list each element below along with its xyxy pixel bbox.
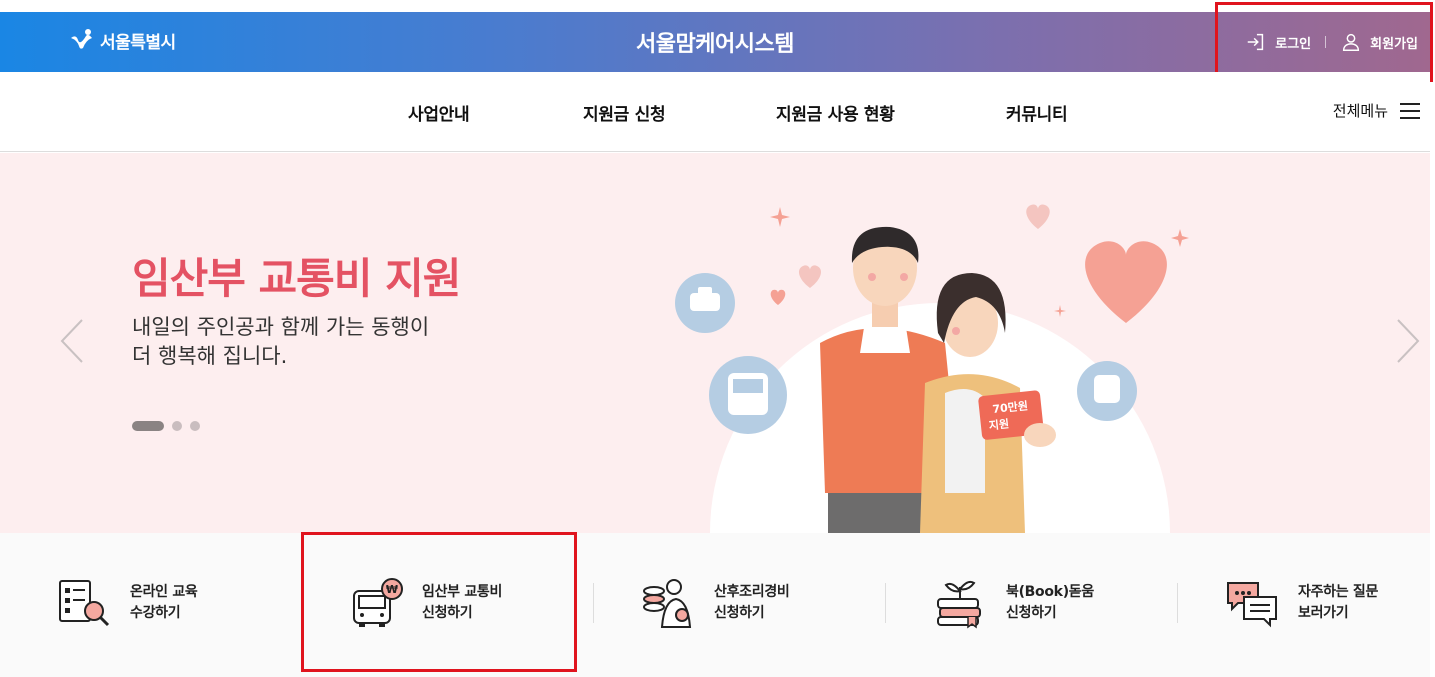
top-bar: 서울특별시 서울맘케어시스템 로그인 회원가입 xyxy=(0,12,1430,72)
main-navigation: 사업안내 지원금 신청 지원금 사용 현황 커뮤니티 전체메뉴 xyxy=(0,72,1430,152)
login-link[interactable]: 로그인 xyxy=(1245,31,1311,53)
quick-item-transport-subsidy[interactable]: ₩ 임산부 교통비 신청하기 xyxy=(348,577,502,629)
hero-subtitle: 내일의 주인공과 함께 가는 동행이 더 행복해 집니다. xyxy=(132,313,429,371)
hero-subtitle-line2: 더 행복해 집니다. xyxy=(132,344,288,368)
quick-divider xyxy=(1177,583,1178,623)
quick-item-line1: 자주하는 질문 xyxy=(1298,584,1379,600)
chevron-right-icon xyxy=(1397,319,1420,363)
quick-item-text: 북(Book)돋움 신청하기 xyxy=(1006,582,1094,624)
mother-coins-icon xyxy=(643,579,692,628)
auth-divider xyxy=(1325,36,1327,48)
quick-item-line1: 북(Book)돋움 xyxy=(1006,584,1094,600)
bus-won-icon: ₩ xyxy=(353,578,403,627)
quick-item-postpartum-care[interactable]: 산후조리경비 신청하기 xyxy=(640,577,790,629)
quick-item-faq[interactable]: 자주하는 질문 보러가기 xyxy=(1224,577,1378,629)
quick-item-text: 산후조리경비 신청하기 xyxy=(714,582,790,624)
slide-dot-3[interactable] xyxy=(190,421,200,431)
signup-label: 회원가입 xyxy=(1370,36,1418,52)
login-icon xyxy=(1248,33,1264,51)
quick-item-line2: 신청하기 xyxy=(714,605,765,621)
card-support: 지원 xyxy=(988,416,1010,432)
signup-link[interactable]: 회원가입 xyxy=(1340,31,1418,53)
hamburger-icon xyxy=(1400,102,1420,119)
site-title[interactable]: 서울맘케어시스템 xyxy=(0,26,1430,58)
nav-item-subsidy-usage[interactable]: 지원금 사용 현황 xyxy=(776,100,895,125)
couple-illustration: 70만원 지원 xyxy=(675,204,1189,533)
nav-item-community[interactable]: 커뮤니티 xyxy=(1006,100,1068,125)
hero-title: 임산부 교통비 지원 xyxy=(132,254,461,303)
hero-banner: 임산부 교통비 지원 내일의 주인공과 함께 가는 동행이 더 행복해 집니다. xyxy=(0,153,1430,533)
slide-dot-1[interactable] xyxy=(132,421,164,431)
all-menu-label: 전체메뉴 xyxy=(1332,102,1388,120)
login-label: 로그인 xyxy=(1275,36,1312,52)
quick-item-line2: 신청하기 xyxy=(422,605,473,621)
hero-subtitle-line1: 내일의 주인공과 함께 가는 동행이 xyxy=(132,315,430,339)
svg-text:₩: ₩ xyxy=(386,583,398,596)
big-heart-icon xyxy=(1085,241,1167,323)
chevron-left-icon xyxy=(60,319,83,363)
document-search-icon xyxy=(59,580,110,627)
quick-item-line1: 임산부 교통비 xyxy=(422,584,503,600)
quick-menu: 온라인 교육 수강하기 ₩ 임산부 교통비 신청하기 산후조리경비 신청하기 북… xyxy=(0,533,1430,677)
quick-item-text: 임산부 교통비 신청하기 xyxy=(422,582,502,624)
quick-item-line2: 보러가기 xyxy=(1298,605,1349,621)
quick-item-text: 온라인 교육 수강하기 xyxy=(130,582,198,624)
prev-slide-button[interactable] xyxy=(58,318,88,364)
auth-links: 로그인 회원가입 xyxy=(1245,12,1418,72)
slide-dot-2[interactable] xyxy=(172,421,182,431)
nav-item-subsidy-apply[interactable]: 지원금 신청 xyxy=(583,100,666,125)
quick-item-line2: 수강하기 xyxy=(130,605,181,621)
quick-item-line1: 온라인 교육 xyxy=(130,584,198,600)
chat-bubbles-icon xyxy=(1227,582,1277,628)
quick-divider xyxy=(593,583,594,623)
quick-item-book-support[interactable]: 북(Book)돋움 신청하기 xyxy=(932,577,1094,629)
user-icon xyxy=(1343,33,1360,51)
nav-item-business-info[interactable]: 사업안내 xyxy=(408,100,470,125)
all-menu-button[interactable]: 전체메뉴 xyxy=(1333,100,1420,121)
books-sprout-icon xyxy=(937,580,981,629)
quick-divider xyxy=(885,583,886,623)
quick-item-line1: 산후조리경비 xyxy=(714,584,790,600)
quick-item-online-education[interactable]: 온라인 교육 수강하기 xyxy=(56,577,198,629)
quick-item-text: 자주하는 질문 보러가기 xyxy=(1298,582,1378,624)
quick-item-line2: 신청하기 xyxy=(1006,605,1057,621)
slide-indicator xyxy=(132,421,200,431)
next-slide-button[interactable] xyxy=(1392,318,1422,364)
